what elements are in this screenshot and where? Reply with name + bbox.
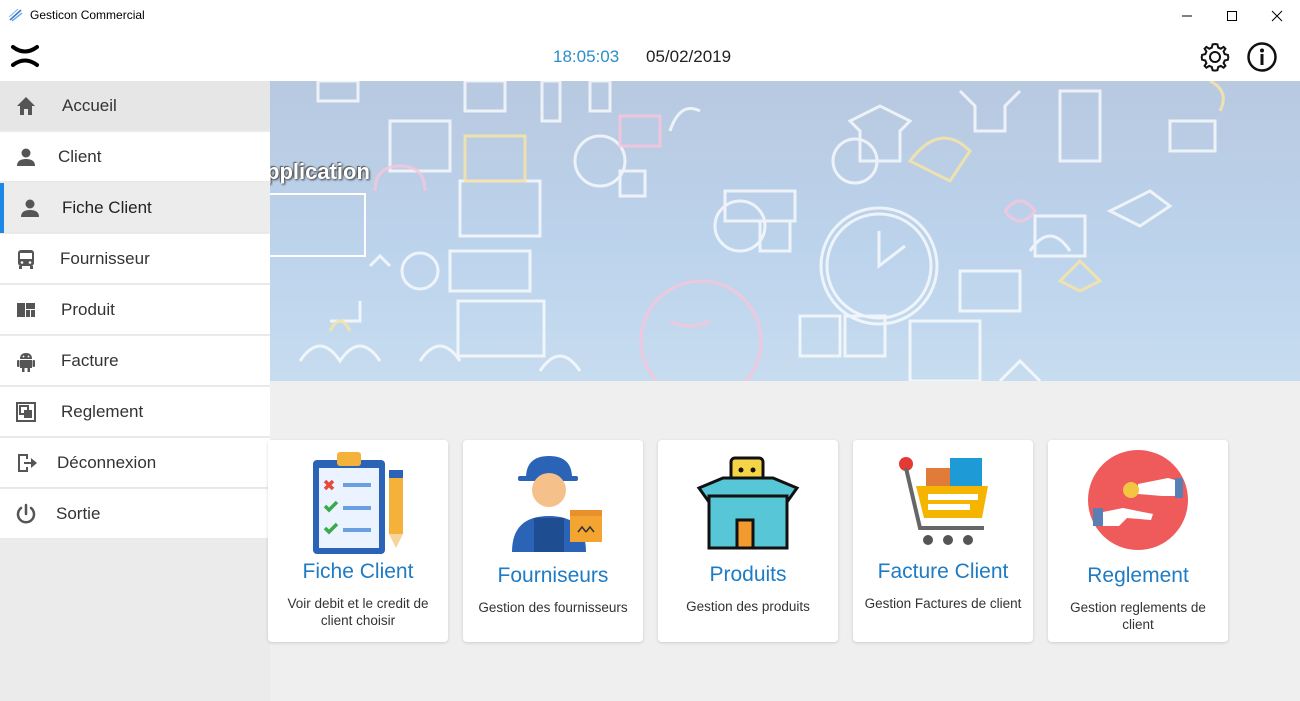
title-bar: Gesticon Commercial: [0, 0, 1300, 31]
sidebar-item-label: Reglement: [61, 402, 144, 421]
app-window: Gesticon Commercial 18:05:03 05/02/2019: [0, 0, 1300, 701]
maximize-icon: [1227, 10, 1237, 21]
banner-frame: [270, 193, 366, 257]
clipboard-checklist-icon: [313, 452, 403, 554]
sidebar-item-label: Déconnexion: [57, 453, 157, 472]
app-logo-icon: [8, 8, 23, 22]
payment-hands-icon: [1088, 450, 1188, 550]
android-icon: [17, 353, 35, 372]
banner-pattern: [298, 81, 1225, 381]
logout-icon: [18, 454, 37, 472]
banner-title: pplication: [270, 159, 370, 184]
card-title: Facture Client: [877, 560, 1009, 583]
minimize-icon: [1182, 15, 1192, 16]
sidebar-item-fiche-client[interactable]: Fiche Client: [0, 183, 270, 233]
dashboard-icon: [17, 303, 35, 317]
sidebar-item-sortie[interactable]: Sortie: [0, 489, 270, 539]
card-reglement[interactable]: Reglement Gestion reglements de client: [1048, 440, 1228, 642]
card-title: Fourniseurs: [497, 564, 609, 587]
sidebar-item-label: Fournisseur: [60, 249, 150, 268]
card-description: Gestion Factures de client: [864, 596, 1022, 611]
card-fourniseurs[interactable]: Fourniseurs Gestion des fournisseurs: [463, 440, 643, 642]
delivery-man-icon: [512, 456, 602, 552]
close-window-button[interactable]: [1254, 0, 1300, 31]
sidebar-item-label: Accueil: [62, 96, 117, 115]
info-icon[interactable]: [1246, 41, 1278, 73]
gear-icon[interactable]: [1199, 41, 1231, 73]
card-fiche-client[interactable]: Fiche Client Voir debit et le credit de …: [268, 440, 448, 642]
user-icon: [21, 199, 39, 217]
sidebar-item-facture[interactable]: Facture: [0, 336, 270, 386]
card-description: Voir debit et le credit de client choisi…: [287, 596, 429, 628]
sidebar-item-fournisseur[interactable]: Fournisseur: [0, 234, 270, 284]
power-icon: [16, 503, 36, 524]
card-facture-client[interactable]: Facture Client Gestion Factures de clien…: [853, 440, 1033, 642]
bus-icon: [18, 250, 34, 269]
card-produits[interactable]: Produits Gestion des produits: [658, 440, 838, 642]
sidebar-item-reglement[interactable]: Reglement: [0, 387, 270, 437]
sidebar-item-client[interactable]: Client: [0, 132, 270, 182]
card-title: Reglement: [1087, 564, 1189, 587]
sidebar-item-accueil[interactable]: Accueil: [0, 81, 270, 131]
sidebar-item-label: Client: [58, 147, 102, 166]
shopping-cart-icon: [899, 457, 988, 545]
card-title: Fiche Client: [302, 560, 414, 583]
frame-icon: [16, 402, 36, 422]
sidebar-item-label: Produit: [61, 300, 115, 319]
card-description: Gestion des produits: [686, 599, 810, 614]
card-title: Produits: [709, 563, 787, 586]
sidebar-item-deconnexion[interactable]: Déconnexion: [0, 438, 270, 488]
app-header: 18:05:03 05/02/2019: [0, 31, 1300, 81]
card-description: Gestion des fournisseurs: [478, 600, 628, 615]
home-icon: [17, 97, 35, 115]
sidebar-item-produit[interactable]: Produit: [0, 285, 270, 335]
card-description: Gestion reglements de client: [1070, 600, 1206, 632]
sidebar-menu: Accueil Client Fiche Client Fournisseur …: [0, 81, 270, 701]
close-x-icon[interactable]: [10, 43, 40, 69]
user-icon: [17, 148, 35, 166]
clock-date: 05/02/2019: [646, 47, 732, 66]
sidebar-item-label: Facture: [61, 351, 119, 370]
minimize-button[interactable]: [1164, 0, 1210, 31]
banner-image: pplication: [270, 81, 1300, 381]
close-icon: [1271, 10, 1283, 21]
sidebar-item-label: Sortie: [56, 504, 101, 523]
maximize-button[interactable]: [1209, 0, 1255, 31]
clock-time: 18:05:03: [553, 47, 620, 66]
sidebar-item-label: Fiche Client: [62, 198, 152, 217]
window-title: Gesticon Commercial: [30, 8, 145, 22]
product-box-icon: [696, 456, 800, 550]
